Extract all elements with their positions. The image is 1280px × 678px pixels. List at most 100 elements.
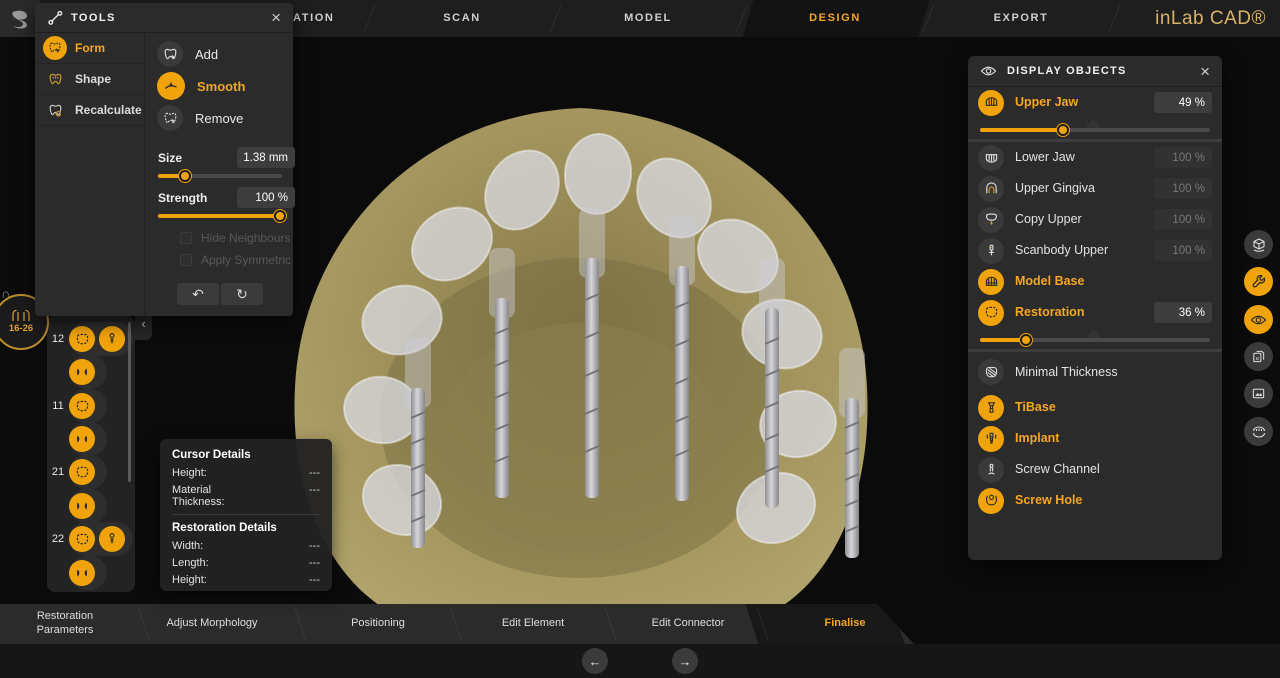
display-item-scanbody-upper[interactable]: Scanbody Upper 100 % [968, 235, 1222, 266]
cursor-details-title: Cursor Details [172, 449, 320, 461]
brand-logo-text: inLab CAD® [1155, 0, 1266, 37]
step-positioning[interactable]: Positioning [351, 604, 405, 644]
workflow-steps-bar: Restoration Parameters Adjust Morphology… [0, 604, 932, 644]
display-item-lower-jaw[interactable]: Lower Jaw 100 % [968, 142, 1222, 173]
detail-label: Height: [172, 574, 207, 586]
previous-step-button[interactable]: ← [582, 648, 608, 674]
tool-action-label: Add [195, 47, 218, 62]
restoration-slider-row [968, 328, 1222, 352]
size-value: 1.38 mm [237, 147, 295, 168]
opacity-value: 100 % [1154, 147, 1212, 168]
connector-icon[interactable] [69, 560, 95, 586]
cursor-details-panel: Cursor Details Height: --- Material Thic… [160, 439, 332, 591]
crown-icon[interactable] [69, 393, 95, 419]
tooth-list-scrollbar[interactable] [128, 322, 131, 482]
display-item-label: Screw Channel [1015, 462, 1212, 476]
step-separator [604, 606, 617, 642]
display-item-tibase[interactable]: TiBase [968, 392, 1222, 423]
size-label: Size [158, 151, 182, 165]
sirona-logo-icon [9, 8, 31, 30]
tooth-row-22: 22 [47, 525, 125, 553]
strength-slider-knob[interactable] [274, 210, 286, 222]
next-step-button[interactable]: → [672, 648, 698, 674]
detail-label: Material Thickness: [172, 484, 262, 508]
tab-scan[interactable]: SCAN [443, 0, 481, 37]
tool-mode-recalculate[interactable]: Recalculate [35, 95, 144, 126]
case-documents-icon[interactable]: B [1244, 342, 1273, 371]
restoration-height-row: Height: --- [172, 574, 320, 586]
arrow-right-icon: → [679, 654, 692, 669]
size-slider-knob[interactable] [179, 170, 191, 182]
detail-value: --- [309, 467, 320, 479]
crown-icon[interactable] [69, 326, 95, 352]
tool-action-label: Smooth [197, 79, 245, 94]
tool-action-smooth[interactable]: Smooth [157, 72, 245, 100]
display-item-upper-gingiva[interactable]: Upper Gingiva 100 % [968, 173, 1222, 204]
display-item-model-base[interactable]: Model Base [968, 266, 1222, 297]
scanbody-upper-icon [978, 238, 1004, 264]
tab-design[interactable]: DESIGN [809, 0, 861, 37]
hide-neighbours-checkbox[interactable]: Hide Neighbours [180, 231, 290, 245]
display-item-copy-upper[interactable]: Copy Upper 100 % [968, 204, 1222, 235]
step-finalise[interactable]: Finalise [825, 604, 866, 644]
screw-hole-icon [978, 488, 1004, 514]
restoration-opacity-slider[interactable] [980, 338, 1210, 342]
remove-icon [157, 105, 183, 131]
crown-icon[interactable] [69, 526, 95, 552]
slider-knob[interactable] [1057, 124, 1069, 136]
display-objects-rail-icon[interactable] [1244, 305, 1273, 334]
tooth-row-12: 12 [47, 325, 125, 353]
step-adjust-morphology[interactable]: Adjust Morphology [166, 604, 257, 644]
display-item-implant[interactable]: Implant [968, 423, 1222, 454]
display-item-screw-channel[interactable]: Screw Channel [968, 454, 1222, 485]
tool-action-remove[interactable]: Remove [157, 105, 243, 131]
minimal-thickness-icon [978, 359, 1004, 385]
display-item-minimal-thickness[interactable]: Minimal Thickness [968, 352, 1222, 392]
tools-close-icon[interactable]: × [271, 9, 281, 26]
display-objects-close-icon[interactable]: × [1200, 63, 1210, 80]
strength-value: 100 % [237, 187, 295, 208]
view-cube-icon[interactable] [1244, 230, 1273, 259]
slider-knob[interactable] [1020, 334, 1032, 346]
detail-value: --- [309, 557, 320, 569]
undo-button[interactable]: ↶ [177, 283, 219, 305]
svg-text:B: B [1256, 356, 1259, 361]
tool-mode-form[interactable]: Form [35, 33, 144, 64]
copy-upper-icon [978, 207, 1004, 233]
tab-model[interactable]: MODEL [624, 0, 672, 37]
eye-icon [980, 64, 997, 78]
strength-slider[interactable] [158, 214, 282, 218]
apply-symmetric-checkbox[interactable]: Apply Symmetric [180, 253, 291, 267]
tool-action-add[interactable]: Add [157, 41, 218, 67]
connector-row [47, 492, 95, 520]
snapshot-icon[interactable] [1244, 379, 1273, 408]
step-separator [137, 606, 150, 642]
step-restoration-parameters[interactable]: Restoration Parameters [10, 604, 120, 644]
connector-icon[interactable] [69, 359, 95, 385]
display-item-restoration[interactable]: Restoration 36 % [968, 297, 1222, 328]
material-thickness-row: Material Thickness: --- [172, 484, 320, 508]
recalculate-icon [43, 98, 67, 122]
articulator-icon[interactable] [1244, 417, 1273, 446]
display-item-screw-hole[interactable]: Screw Hole [968, 485, 1222, 516]
strength-label: Strength [158, 191, 207, 205]
tool-mode-shape[interactable]: Shape [35, 64, 144, 95]
redo-button[interactable]: ↻ [221, 283, 263, 305]
checkbox-icon [180, 232, 192, 244]
implant-icon[interactable] [99, 326, 125, 352]
restoration-length-row: Length: --- [172, 557, 320, 569]
step-edit-element[interactable]: Edit Element [502, 604, 564, 644]
tab-export[interactable]: EXPORT [994, 0, 1049, 37]
crown-icon[interactable] [69, 459, 95, 485]
tools-rail-icon[interactable] [1244, 267, 1273, 296]
step-edit-connector[interactable]: Edit Connector [652, 604, 725, 644]
size-slider[interactable] [158, 174, 282, 178]
upper-jaw-opacity-slider[interactable] [980, 128, 1210, 132]
shape-icon [43, 67, 67, 91]
implant-icon[interactable] [99, 526, 125, 552]
step-separator [449, 606, 462, 642]
display-item-upper-jaw[interactable]: Upper Jaw 49 % [968, 87, 1222, 118]
connector-icon[interactable] [69, 426, 95, 452]
app-logo[interactable] [0, 0, 40, 37]
connector-icon[interactable] [69, 493, 95, 519]
